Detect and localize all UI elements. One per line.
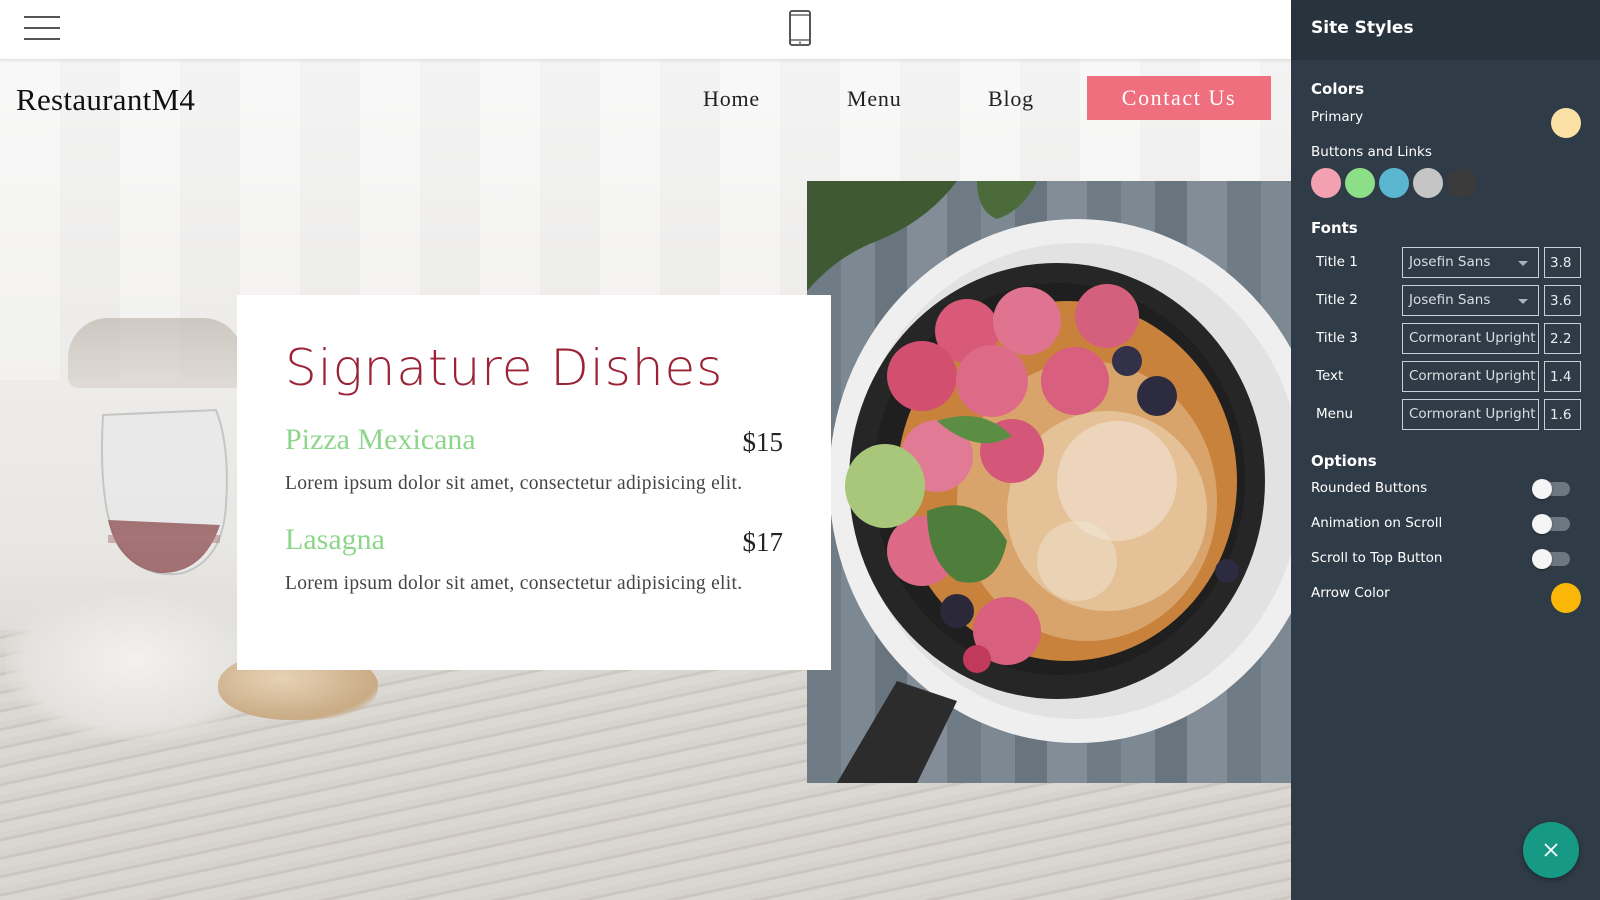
panel-title: Site Styles xyxy=(1311,18,1414,38)
arrow-color-swatch[interactable] xyxy=(1551,583,1581,613)
font-select-value: Josefin Sans xyxy=(1409,292,1491,308)
rounded-buttons-toggle[interactable] xyxy=(1532,479,1570,499)
font-size-menu[interactable]: 1.6 xyxy=(1544,399,1581,430)
font-row-label: Title 2 xyxy=(1316,292,1358,308)
font-size-title-1[interactable]: 3.8 xyxy=(1544,247,1581,278)
button-color-swatch-gray[interactable] xyxy=(1413,168,1443,198)
font-row-label: Text xyxy=(1316,368,1344,384)
rounded-buttons-label: Rounded Buttons xyxy=(1311,480,1428,496)
close-panel-button[interactable] xyxy=(1523,822,1579,878)
button-color-swatch-pink[interactable] xyxy=(1311,168,1341,198)
font-select-value: Cormorant Upright xyxy=(1409,330,1536,346)
font-select-title-1[interactable]: Josefin Sans xyxy=(1402,247,1539,278)
font-row-label: Title 3 xyxy=(1316,330,1358,346)
editor-toolbar xyxy=(0,0,1291,60)
mobile-phone-icon[interactable] xyxy=(789,10,811,46)
font-select-menu[interactable]: Cormorant Upright xyxy=(1402,399,1539,430)
site-canvas: RestaurantM4 Home Menu Blog Contact Us S… xyxy=(0,60,1291,900)
card-title: Signature Dishes xyxy=(285,339,724,397)
dish-description: Lorem ipsum dolor sit amet, consectetur … xyxy=(285,473,743,494)
contact-us-button[interactable]: Contact Us xyxy=(1087,76,1271,120)
font-select-value: Cormorant Upright xyxy=(1409,406,1536,422)
nav-link-home[interactable]: Home xyxy=(703,86,760,112)
button-color-swatch-dark[interactable] xyxy=(1447,168,1477,198)
background-chair xyxy=(68,318,243,388)
dish-price: $15 xyxy=(742,427,784,457)
font-select-value: Cormorant Upright xyxy=(1409,368,1536,384)
dish-price: $17 xyxy=(742,527,784,557)
dropdown-caret-icon xyxy=(1518,261,1528,266)
options-section-title: Options xyxy=(1311,452,1377,470)
colors-section-title: Colors xyxy=(1311,80,1365,98)
font-row-label: Title 1 xyxy=(1316,254,1358,270)
scroll-to-top-toggle[interactable] xyxy=(1532,549,1570,569)
dish-photo xyxy=(807,181,1291,783)
font-row-label: Menu xyxy=(1316,406,1354,422)
font-size-title-3[interactable]: 2.2 xyxy=(1544,323,1581,354)
primary-color-label: Primary xyxy=(1311,109,1364,125)
font-size-text[interactable]: 1.4 xyxy=(1544,361,1581,392)
fonts-section-title: Fonts xyxy=(1311,219,1358,237)
nav-link-blog[interactable]: Blog xyxy=(988,86,1034,112)
background-wine-glass xyxy=(101,408,228,576)
buttons-links-label: Buttons and Links xyxy=(1311,144,1432,160)
button-color-swatch-green[interactable] xyxy=(1345,168,1375,198)
dish-name: Pizza Mexicana xyxy=(285,423,476,456)
font-select-value: Josefin Sans xyxy=(1409,254,1491,270)
signature-dishes-card: Signature Dishes Pizza Mexicana $15 Lore… xyxy=(237,295,831,670)
button-color-swatch-blue[interactable] xyxy=(1379,168,1409,198)
hamburger-icon[interactable] xyxy=(24,14,62,42)
font-size-title-2[interactable]: 3.6 xyxy=(1544,285,1581,316)
close-icon xyxy=(1544,843,1558,857)
site-brand-logo[interactable]: RestaurantM4 xyxy=(16,82,195,118)
font-select-title-2[interactable]: Josefin Sans xyxy=(1402,285,1539,316)
primary-color-swatch[interactable] xyxy=(1551,108,1581,138)
site-navbar: RestaurantM4 Home Menu Blog Contact Us xyxy=(0,60,1291,140)
panel-header: Site Styles xyxy=(1291,0,1600,60)
dish-description: Lorem ipsum dolor sit amet, consectetur … xyxy=(285,573,743,594)
animation-on-scroll-label: Animation on Scroll xyxy=(1311,515,1443,531)
nav-link-menu[interactable]: Menu xyxy=(847,86,902,112)
font-select-text[interactable]: Cormorant Upright xyxy=(1402,361,1539,392)
site-styles-panel: Site Styles Colors Primary Buttons and L… xyxy=(1291,0,1600,900)
animation-on-scroll-toggle[interactable] xyxy=(1532,514,1570,534)
dish-name: Lasagna xyxy=(285,523,385,556)
dropdown-caret-icon xyxy=(1518,299,1528,304)
arrow-color-label: Arrow Color xyxy=(1311,585,1390,601)
scroll-to-top-label: Scroll to Top Button xyxy=(1311,550,1443,566)
font-select-title-3[interactable]: Cormorant Upright xyxy=(1402,323,1539,354)
